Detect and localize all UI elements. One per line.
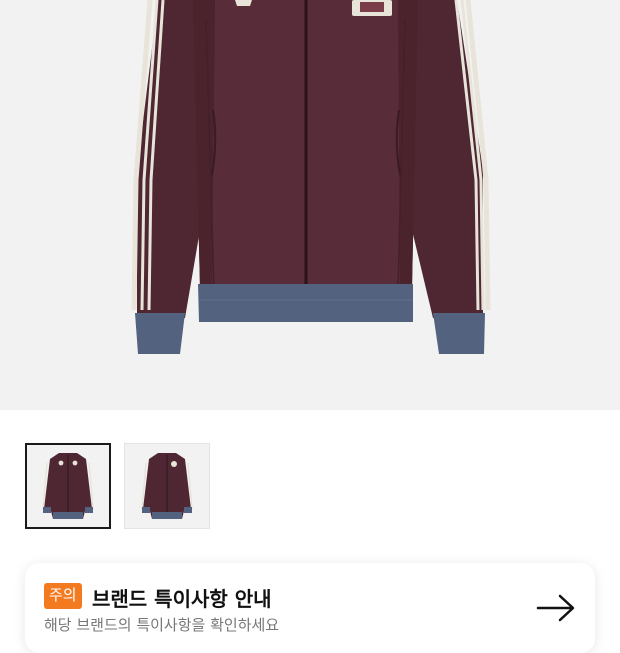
notice-subtitle: 해당 브랜드의 특이사항을 확인하세요 <box>44 616 280 634</box>
thumbnail-1[interactable] <box>25 443 111 529</box>
caution-badge: 주의 <box>44 583 82 609</box>
product-main-image <box>131 0 491 354</box>
notice-title: 브랜드 특이사항 안내 <box>92 587 272 611</box>
brand-notice-card[interactable]: 주의 브랜드 특이사항 안내 해당 브랜드의 특이사항을 확인하세요 <box>25 563 595 653</box>
jacket-alt-thumbnail <box>141 453 193 519</box>
thumbnail-2[interactable] <box>124 443 210 529</box>
thumbnail-strip <box>25 443 210 529</box>
arrow-right-icon[interactable] <box>536 593 576 623</box>
product-image-viewer[interactable] <box>0 0 620 410</box>
jacket-front-thumbnail <box>42 453 94 519</box>
